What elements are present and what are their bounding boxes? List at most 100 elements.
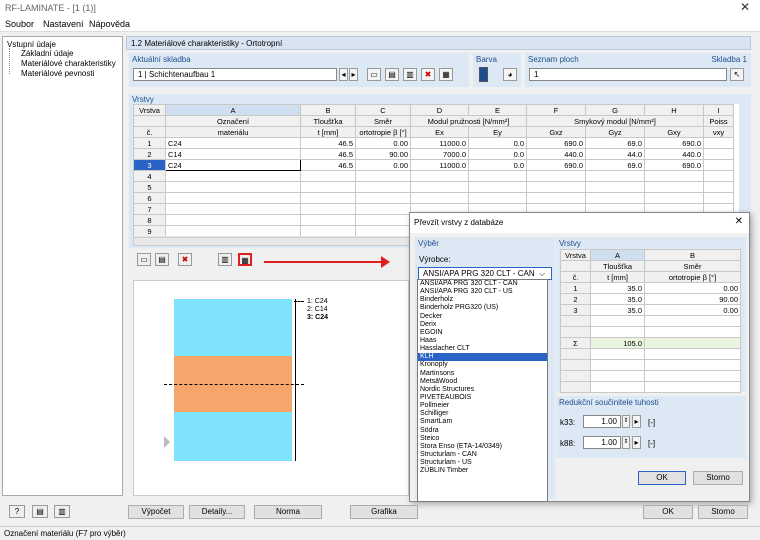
table-cell[interactable] bbox=[410, 170, 469, 182]
table-cell[interactable]: 46.5 bbox=[300, 137, 356, 149]
row-header[interactable]: 1 bbox=[133, 137, 166, 149]
table-cell[interactable]: 44.0 bbox=[585, 148, 645, 160]
maker-option[interactable]: Södra bbox=[418, 427, 547, 435]
table-row[interactable]: 6 bbox=[133, 192, 734, 204]
maker-option[interactable]: Decker bbox=[418, 313, 547, 321]
export-icon[interactable]: ▤ bbox=[32, 505, 48, 518]
tree-root[interactable]: Vstupní údaje bbox=[7, 40, 56, 49]
maker-option[interactable]: Structurlam - US bbox=[418, 459, 547, 467]
row-header[interactable]: 7 bbox=[133, 203, 166, 215]
k88-spin-icon[interactable]: ⇕ bbox=[622, 436, 630, 449]
table-row[interactable]: 2 35.0 90.00 bbox=[560, 293, 741, 305]
table-cell[interactable] bbox=[703, 148, 734, 160]
maker-option[interactable]: Structurlam - CAN bbox=[418, 451, 547, 459]
table-cell[interactable]: 690.0 bbox=[644, 137, 704, 149]
row-header[interactable]: 2 bbox=[560, 293, 591, 305]
table-cell[interactable] bbox=[644, 192, 704, 204]
norm-button[interactable]: Norma bbox=[254, 505, 322, 519]
row-header[interactable]: 8 bbox=[133, 214, 166, 226]
k88-pick-icon[interactable]: ▸ bbox=[632, 436, 641, 449]
maker-option[interactable]: Stora Enso (ETA-14/0349) bbox=[418, 443, 547, 451]
menu-file[interactable]: Soubor bbox=[5, 19, 34, 29]
row-header[interactable]: 6 bbox=[133, 192, 166, 204]
tree-item-basic[interactable]: Základní údaje bbox=[21, 49, 73, 58]
table-cell[interactable] bbox=[703, 159, 734, 171]
maker-option[interactable]: Martinsons bbox=[418, 370, 547, 378]
table-cell[interactable] bbox=[300, 225, 356, 236]
table-cell[interactable] bbox=[165, 214, 301, 226]
table-cell[interactable] bbox=[165, 192, 301, 204]
table-cell[interactable] bbox=[703, 170, 734, 182]
save-icon[interactable]: ▤ bbox=[155, 253, 169, 266]
table-row[interactable]: 4 bbox=[133, 170, 734, 182]
k33-pick-icon[interactable]: ▸ bbox=[632, 415, 641, 428]
table-cell[interactable] bbox=[468, 170, 527, 182]
table-cell[interactable]: 11000.0 bbox=[410, 137, 469, 149]
table-cell[interactable]: 90.00 bbox=[644, 293, 741, 305]
table-cell[interactable]: 69.0 bbox=[585, 159, 645, 171]
palette-icon[interactable]: ◕ bbox=[503, 68, 517, 81]
maker-option[interactable]: Kronoply bbox=[418, 361, 547, 369]
table-cell[interactable]: 69.0 bbox=[585, 137, 645, 149]
table-cell[interactable] bbox=[644, 181, 704, 193]
maker-option[interactable]: Hasslacher CLT bbox=[418, 345, 547, 353]
maker-option[interactable]: EGOIN bbox=[418, 329, 547, 337]
table-row[interactable]: 3 C24 46.5 0.00 11000.0 0.0 690.0 69.0 690.0 bbox=[133, 159, 734, 171]
table-cell[interactable]: 90.00 bbox=[355, 148, 411, 160]
table-cell[interactable]: C24 bbox=[165, 159, 301, 171]
table-cell[interactable] bbox=[526, 170, 586, 182]
table-cell[interactable] bbox=[703, 192, 734, 204]
table-cell[interactable] bbox=[300, 203, 356, 215]
table-cell[interactable]: 0.00 bbox=[644, 282, 741, 294]
row-header[interactable]: 4 bbox=[133, 170, 166, 182]
table-cell[interactable] bbox=[703, 181, 734, 193]
table-cell[interactable] bbox=[300, 192, 356, 204]
maker-dropdown-list[interactable]: ANSI/APA PRG 320 CLT - CAN ANSI/APA PRG 3… bbox=[417, 279, 548, 502]
table-cell[interactable] bbox=[355, 214, 411, 226]
table-cell[interactable]: 690.0 bbox=[644, 159, 704, 171]
table-cell[interactable] bbox=[355, 170, 411, 182]
maker-option[interactable]: Nordic Structures bbox=[418, 386, 547, 394]
table-cell[interactable] bbox=[300, 170, 356, 182]
composition-select[interactable]: 1 | Schichtenaufbau 1 bbox=[133, 68, 337, 81]
maker-option[interactable]: Binderholz bbox=[418, 296, 547, 304]
table-row[interactable]: 2 C14 46.5 90.00 7000.0 0.0 440.0 44.0 440.0 bbox=[133, 148, 734, 160]
areas-input[interactable]: 1 bbox=[529, 68, 727, 81]
maker-option[interactable]: Pollmeier bbox=[418, 402, 547, 410]
settings-icon[interactable]: ▥ bbox=[54, 505, 70, 518]
table-row[interactable]: 5 bbox=[133, 181, 734, 193]
table-cell[interactable] bbox=[355, 181, 411, 193]
help-icon[interactable]: ? bbox=[9, 505, 25, 518]
details-button[interactable]: Detaily... bbox=[189, 505, 245, 519]
table-cell[interactable] bbox=[585, 181, 645, 193]
library-icon[interactable]: ▥ bbox=[218, 253, 232, 266]
table-cell[interactable]: 35.0 bbox=[590, 282, 645, 294]
maker-option[interactable]: ANSI/APA PRG 320 CLT - CAN bbox=[418, 280, 547, 288]
delete-icon[interactable]: ✖ bbox=[421, 68, 435, 81]
table-cell[interactable] bbox=[468, 181, 527, 193]
table-cell[interactable]: 690.0 bbox=[526, 137, 586, 149]
maker-option[interactable]: ANSI/APA PRG 320 CLT - US bbox=[418, 288, 547, 296]
dialog-ok-button[interactable]: OK bbox=[638, 471, 686, 485]
maker-option[interactable]: Binderholz PRG320 (US) bbox=[418, 304, 547, 312]
table-cell[interactable] bbox=[410, 181, 469, 193]
table-cell[interactable] bbox=[644, 170, 704, 182]
graphics-button[interactable]: Grafika bbox=[350, 505, 418, 519]
table-cell[interactable] bbox=[355, 203, 411, 215]
table-cell[interactable]: 0.00 bbox=[644, 304, 741, 316]
color-swatch[interactable] bbox=[479, 67, 488, 82]
table-cell[interactable]: 440.0 bbox=[644, 148, 704, 160]
k33-spin-icon[interactable]: ⇕ bbox=[622, 415, 630, 428]
table-row[interactable]: 3 35.0 0.00 bbox=[560, 304, 741, 316]
row-header[interactable]: 9 bbox=[133, 225, 166, 236]
prev-icon[interactable]: ◂ bbox=[339, 68, 348, 81]
table-cell[interactable]: 0.00 bbox=[355, 137, 411, 149]
menu-settings[interactable]: Nastavení bbox=[43, 19, 84, 29]
table-cell[interactable]: 7000.0 bbox=[410, 148, 469, 160]
menu-help[interactable]: Nápověda bbox=[89, 19, 130, 29]
row-header[interactable]: 3 bbox=[560, 304, 591, 316]
maker-option[interactable]: PIVETEAUBOIS bbox=[418, 394, 547, 402]
table-cell[interactable] bbox=[526, 181, 586, 193]
close-icon[interactable]: ✕ bbox=[740, 0, 750, 14]
table-cell[interactable] bbox=[300, 181, 356, 193]
